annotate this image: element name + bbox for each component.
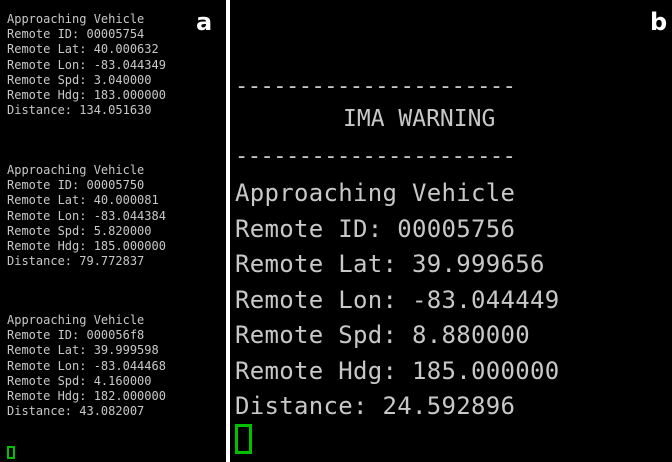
remote-lon-line: Remote Lon: -83.044349: [7, 57, 166, 72]
terminal-cursor[interactable]: [235, 424, 252, 454]
vehicle-record: Approaching Vehicle Remote ID: 00005750 …: [7, 163, 166, 269]
remote-lat-line: Remote Lat: 39.999598: [7, 343, 159, 358]
terminal-panel-a: a Approaching Vehicle Remote ID: 0000575…: [0, 0, 226, 462]
vehicle-record: Approaching Vehicle Remote ID: 000056f8 …: [7, 313, 166, 419]
record-heading: Approaching Vehicle: [7, 163, 145, 177]
record-heading: Approaching Vehicle: [235, 179, 516, 207]
panel-label-a: a: [196, 8, 213, 36]
vehicle-record: Approaching Vehicle Remote ID: 00005754 …: [7, 12, 166, 118]
separator-line: ----------------------: [235, 144, 516, 169]
remote-id-line: Remote ID: 00005750: [7, 178, 145, 193]
remote-spd-line: Remote Spd: 4.160000: [7, 373, 152, 388]
remote-spd-line: Remote Spd: 3.040000: [7, 72, 152, 87]
terminal-panel-b: b ---------------------- IMA WARNING ---…: [230, 0, 672, 462]
panel-label-b: b: [650, 8, 668, 36]
terminal-cursor[interactable]: [7, 446, 15, 459]
remote-lat-line: Remote Lat: 39.999656: [235, 250, 545, 278]
record-heading: Approaching Vehicle: [7, 12, 145, 26]
distance-line: Distance: 79.772837: [7, 254, 145, 269]
remote-id-line: Remote ID: 00005754: [7, 27, 145, 42]
separator-line: ----------------------: [235, 74, 516, 99]
warning-title: IMA WARNING: [343, 106, 496, 132]
remote-id-line: Remote ID: 000056f8: [7, 328, 145, 343]
remote-lon-line: Remote Lon: -83.044384: [7, 208, 166, 223]
remote-hdg-line: Remote Hdg: 183.000000: [7, 88, 166, 103]
remote-lon-line: Remote Lon: -83.044468: [7, 358, 166, 373]
remote-spd-line: Remote Spd: 8.880000: [235, 321, 530, 349]
remote-spd-line: Remote Spd: 5.820000: [7, 223, 152, 238]
distance-line: Distance: 24.592896: [235, 392, 516, 420]
distance-line: Distance: 43.082007: [7, 404, 145, 419]
remote-hdg-line: Remote Hdg: 185.000000: [235, 356, 560, 385]
vehicle-record: Approaching Vehicle Remote ID: 00005756 …: [235, 176, 559, 425]
distance-line: Distance: 134.051630: [7, 103, 152, 118]
remote-lon-line: Remote Lon: -83.044449: [235, 285, 560, 314]
remote-hdg-line: Remote Hdg: 185.000000: [7, 239, 166, 254]
remote-lat-line: Remote Lat: 40.000081: [7, 193, 159, 208]
remote-lat-line: Remote Lat: 40.000632: [7, 42, 159, 57]
remote-id-line: Remote ID: 00005756: [235, 214, 516, 243]
record-heading: Approaching Vehicle: [7, 313, 145, 327]
remote-hdg-line: Remote Hdg: 182.000000: [7, 389, 166, 404]
